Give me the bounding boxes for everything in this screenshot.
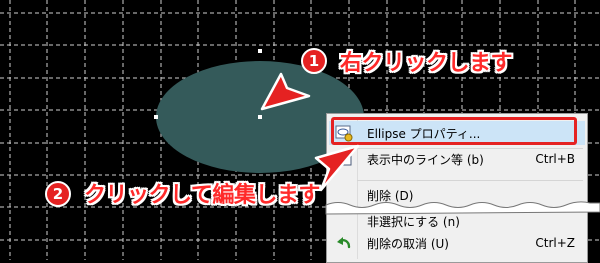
- step-1-text: 右クリックします: [340, 51, 513, 76]
- menu-item-shortcut: Ctrl+B: [535, 152, 575, 166]
- menu-item-shortcut: Ctrl+Z: [535, 236, 575, 250]
- menu-item-delete[interactable]: 削除 (D): [329, 183, 585, 207]
- highlight-box: [331, 117, 577, 145]
- step-2-badge: 2: [45, 181, 71, 207]
- undo-icon: [333, 232, 355, 254]
- menu-item-undo-delete[interactable]: 削除の取消 (U) Ctrl+Z: [329, 231, 585, 255]
- menu-item-label: 非選択にする (n): [367, 214, 460, 229]
- menu-item-label: 削除 (D): [367, 188, 414, 203]
- menu-separator: [357, 180, 583, 181]
- selection-handle[interactable]: [258, 115, 262, 119]
- step-1-badge: 1: [301, 48, 327, 74]
- selection-handle[interactable]: [154, 115, 158, 119]
- menu-item-visible-lines[interactable]: 表示中のライン等 (b) Ctrl+B: [329, 147, 585, 171]
- selection-handle[interactable]: [258, 49, 262, 53]
- menu-item-deselect[interactable]: 非選択にする (n): [329, 209, 585, 233]
- menu-item-label: 表示中のライン等 (b): [367, 152, 484, 167]
- chart-lines-icon: [333, 148, 355, 170]
- menu-item-label: 削除の取消 (U): [367, 236, 449, 251]
- step-2-text: クリックして編集します: [84, 183, 320, 208]
